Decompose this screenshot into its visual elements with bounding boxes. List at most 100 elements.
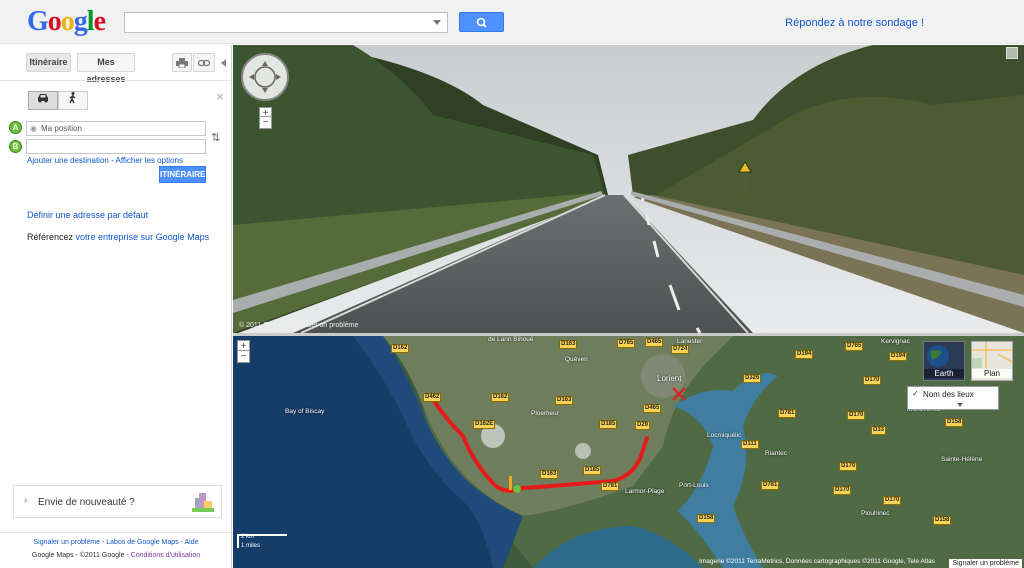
place-label: Larmor-Plage [625, 488, 665, 495]
road-label: D724 [671, 345, 690, 354]
map-layer-button[interactable]: Plan [971, 341, 1013, 381]
map-panel[interactable]: + − D162 D163 D765 D465 D724 D194 D765 D… [233, 336, 1024, 568]
start-field-value: Ma position [41, 124, 82, 133]
link-button[interactable] [193, 53, 215, 72]
chevron-down-icon[interactable] [957, 403, 963, 407]
start-field[interactable]: ◉ Ma position [26, 121, 206, 136]
add-destination-link[interactable]: Ajouter une destination [27, 156, 109, 165]
get-directions-button[interactable]: ITINÉRAIRE [159, 166, 206, 183]
earth-layer-button[interactable]: Earth [923, 341, 965, 381]
road-label: D170 [863, 376, 882, 385]
road-label: D170 [883, 496, 902, 505]
road-label: D33 [871, 426, 887, 435]
road-label: D781 [778, 409, 797, 418]
road-label: D158 [945, 418, 964, 427]
road-label: D185 [583, 466, 602, 475]
map-zoom-out-button[interactable]: − [237, 350, 250, 363]
swap-icon[interactable]: ⇅ [211, 131, 220, 144]
place-label: Quéven [565, 356, 588, 363]
place-label: Lanester [677, 338, 703, 345]
pan-control[interactable] [241, 53, 289, 101]
footer: Signaler un problème - Labos de Google M… [31, 539, 201, 559]
place-label: Sainte-Hélène [941, 456, 983, 463]
road-label: D765 [845, 342, 864, 351]
tab-my-addresses[interactable]: Mes adresses [77, 53, 135, 84]
road-label: D162 [491, 393, 510, 402]
road-label: D29 [635, 421, 651, 430]
road-label: D170 [833, 486, 852, 495]
report-problem-link[interactable]: Signaler un problème [33, 539, 100, 546]
road-label: D462 [423, 393, 442, 402]
collapse-sidebar-icon[interactable] [221, 59, 226, 67]
road-label: D781 [761, 481, 780, 490]
print-button[interactable] [172, 53, 192, 72]
print-icon [176, 58, 188, 69]
link-icon [197, 59, 211, 67]
sv-zoom-out-button[interactable]: − [259, 116, 272, 129]
road-label: D765 [617, 339, 636, 348]
close-icon[interactable]: × [216, 89, 224, 104]
place-label: Ploemeur [531, 410, 559, 417]
road-label: D194 [889, 352, 908, 361]
road-label: D158 [697, 514, 716, 523]
tab-itinerary[interactable]: Itinéraire [26, 53, 71, 72]
road-label: D194 [795, 350, 814, 359]
car-icon [38, 94, 48, 103]
expand-icon[interactable] [1006, 47, 1018, 59]
search-input[interactable] [124, 12, 448, 33]
road-label: D465 [645, 338, 664, 347]
survey-link[interactable]: Répondez à notre sondage ! [785, 17, 924, 29]
road-label: D170 [847, 411, 866, 420]
place-label: Lorient [657, 374, 682, 383]
help-link[interactable]: Aide [185, 539, 199, 546]
road-label: D163 [540, 470, 559, 479]
divider [0, 80, 231, 81]
street-view-image[interactable] [233, 45, 1024, 333]
top-bar: Google Répondez à notre sondage ! [0, 0, 1024, 44]
search-dropdown-icon[interactable] [433, 20, 441, 25]
mode-walk-button[interactable] [58, 91, 88, 110]
business-link[interactable]: votre entreprise sur Google Maps [76, 232, 210, 242]
default-address-link[interactable]: Définir une adresse par défaut [27, 210, 148, 220]
location-icon: ◉ [30, 124, 37, 133]
scale-bar: 2 km 1 miles [241, 534, 261, 549]
labs-link[interactable]: Labos de Google Maps [106, 539, 178, 546]
place-label: Plouhinec [861, 510, 890, 517]
road-label: D185 [599, 420, 618, 429]
business-promo: Référencez votre entreprise sur Google M… [27, 232, 210, 242]
map-report-link[interactable]: Signaler un problème [949, 559, 1022, 568]
mode-car-button[interactable] [28, 91, 58, 110]
globe-icon [927, 345, 949, 367]
street-view-copyright: © 2011 Google · Signaler un problème [239, 322, 359, 329]
news-label: Envie de nouveauté ? [38, 497, 135, 508]
chevron-right-icon: › [24, 495, 28, 506]
news-box[interactable]: › Envie de nouveauté ? [13, 485, 222, 518]
satellite-map[interactable] [233, 336, 1024, 568]
divider [0, 532, 231, 533]
road-label: D158 [933, 516, 952, 525]
road-label: D465 [643, 404, 662, 413]
options-links: Ajouter une destination - Afficher les o… [27, 156, 183, 165]
terms-link[interactable]: Conditions d'utilisation [131, 552, 200, 559]
map-thumb-icon [972, 342, 1013, 368]
checkmark-icon: ✓ [912, 389, 919, 398]
search-icon [476, 17, 487, 28]
place-names-toggle[interactable]: ✓ Nom des lieux [907, 386, 999, 410]
place-label: Riantec [765, 450, 788, 457]
street-view-panel[interactable]: + − © 2011 Google · Signaler un problème [233, 45, 1024, 333]
show-options-link[interactable]: Afficher les options [116, 156, 183, 165]
place-label: Kervignac [881, 338, 910, 345]
road-label: D163 [559, 340, 578, 349]
google-logo[interactable]: Google [27, 6, 106, 38]
walk-icon [69, 92, 76, 104]
marker-b-icon: B [9, 140, 22, 153]
copyright-text: Google Maps - ©2011 Google - [31, 552, 131, 559]
road-label: D170 [839, 462, 858, 471]
marker-a-icon: A [9, 121, 22, 134]
compass-icon [249, 61, 281, 93]
place-label: Bay of Biscay [285, 408, 325, 415]
search-button[interactable] [459, 12, 504, 32]
road-label: D162E [473, 420, 496, 429]
labs-icon [192, 493, 214, 512]
destination-field[interactable] [26, 139, 206, 154]
